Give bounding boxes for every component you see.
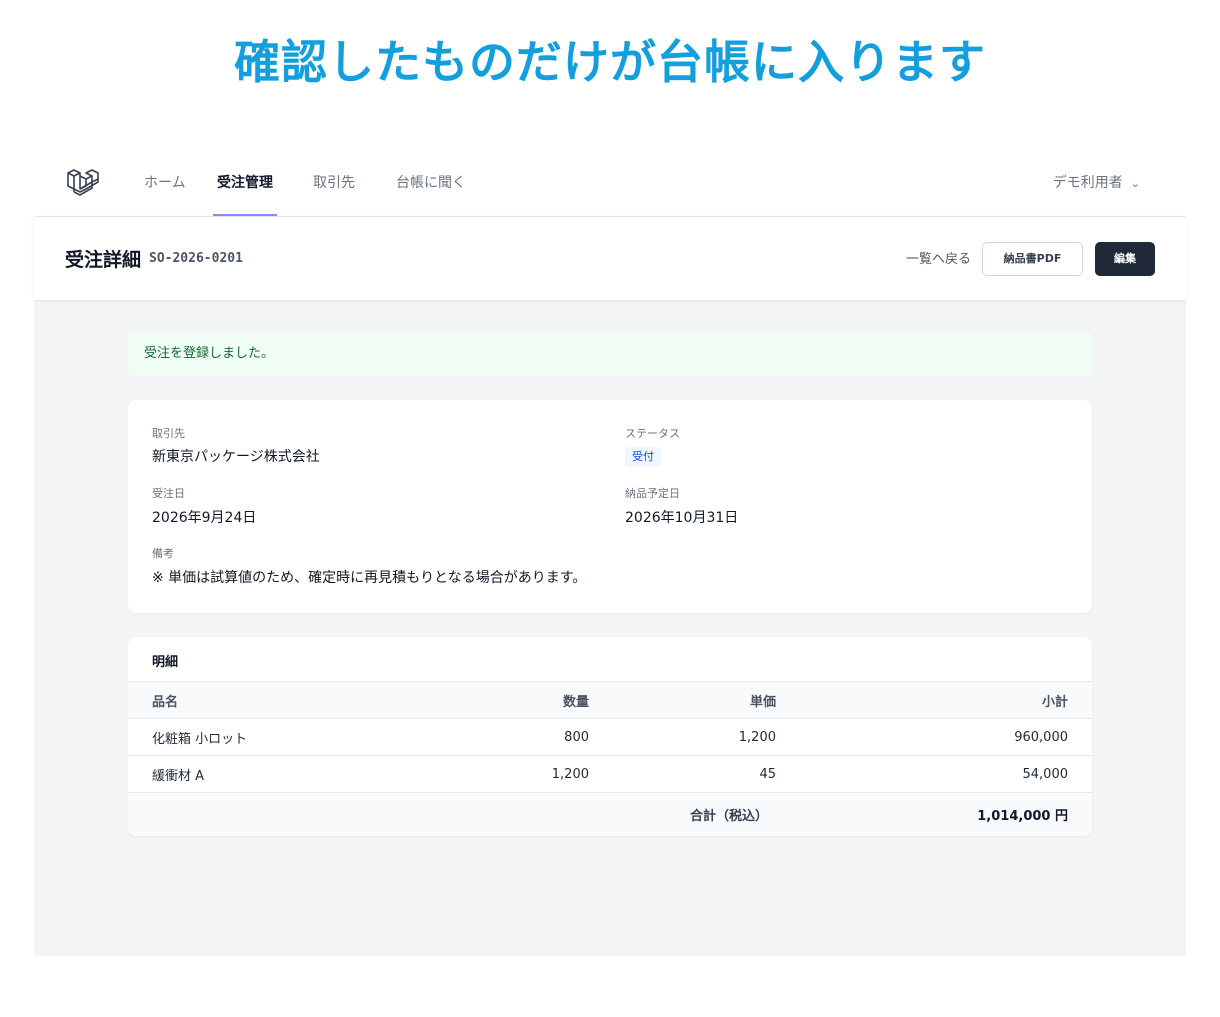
item-name: 化粧箱 小ロット	[152, 731, 248, 747]
delivery-date: 2026年10月31日	[625, 510, 739, 526]
nav-home[interactable]: ホーム	[144, 150, 186, 217]
status-badge: 受付	[625, 447, 661, 467]
laravel-logo-icon[interactable]	[66, 167, 100, 201]
line-items-table: 品名 数量 単価 小計 化粧箱 小ロット 800 1,200 960,000 緩…	[128, 681, 1092, 836]
col-header-qty: 数量	[562, 694, 589, 710]
item-price: 45	[759, 766, 776, 782]
col-header-name: 品名	[152, 694, 179, 710]
note-label: 備考	[152, 547, 174, 560]
page-header: 受注詳細 SO-2026-0201 一覧へ戻る 納品書PDF 編集	[34, 217, 1186, 300]
item-subtotal: 54,000	[1022, 766, 1069, 782]
line-items-title: 明細	[152, 655, 179, 670]
page-title: 受注詳細	[65, 249, 142, 271]
status-label: ステータス	[625, 427, 680, 440]
item-name: 緩衝材 A	[152, 768, 205, 784]
client-name: 新東京パッケージ株式会社	[152, 449, 320, 465]
order-date-label: 受注日	[152, 487, 185, 500]
active-tab-indicator	[213, 214, 277, 216]
col-header-subtotal: 小計	[1041, 694, 1068, 710]
col-header-price: 単価	[749, 694, 776, 710]
order-date: 2026年9月24日	[152, 510, 257, 526]
chevron-down-icon: ⌄	[1130, 177, 1140, 190]
client-label: 取引先	[152, 427, 185, 440]
note-text: ※ 単価は試算値のため、確定時に再見積もりとなる場合があります。	[152, 570, 587, 586]
line-items-card: 明細 品名 数量 単価 小計 化粧箱 小ロット 800 1,200 960,00…	[128, 637, 1092, 836]
back-to-list-link[interactable]: 一覧へ戻る	[906, 248, 971, 267]
nav-ledger-ask[interactable]: 台帳に聞く	[396, 150, 466, 217]
table-row: 緩衝材 A 1,200 45 54,000	[128, 756, 1092, 793]
order-info-card: 取引先 新東京パッケージ株式会社 ステータス 受付 受注日 2026年9月24日…	[128, 400, 1092, 613]
success-flash-message: 受注を登録しました。	[128, 332, 1092, 376]
nav-clients[interactable]: 取引先	[313, 150, 355, 217]
user-name: デモ利用者	[1052, 175, 1123, 191]
user-menu[interactable]: デモ利用者 ⌄	[1053, 150, 1140, 217]
table-row: 化粧箱 小ロット 800 1,200 960,000	[128, 719, 1092, 756]
nav-orders[interactable]: 受注管理	[217, 150, 273, 217]
item-qty: 1,200	[551, 766, 589, 782]
total-row: 合計（税込） 1,014,000 円	[128, 792, 1092, 836]
item-price: 1,200	[738, 729, 776, 745]
delivery-pdf-button[interactable]: 納品書PDF	[982, 242, 1083, 276]
total-label: 合計（税込）	[689, 808, 768, 824]
app-window: ホーム 受注管理 取引先 台帳に聞く デモ利用者 ⌄ 受注詳細 SO-2026-0…	[34, 150, 1186, 956]
promo-headline: 確認したものだけが台帳に入ります	[234, 35, 986, 89]
item-subtotal: 960,000	[1014, 729, 1068, 745]
delivery-date-label: 納品予定日	[625, 487, 680, 500]
edit-button[interactable]: 編集	[1095, 242, 1155, 276]
order-number: SO-2026-0201	[149, 251, 243, 266]
table-header-row: 品名 数量 単価 小計	[128, 681, 1092, 719]
total-amount: 1,014,000 円	[977, 808, 1068, 824]
item-qty: 800	[564, 729, 589, 745]
top-nav: ホーム 受注管理 取引先 台帳に聞く デモ利用者 ⌄	[34, 150, 1186, 217]
